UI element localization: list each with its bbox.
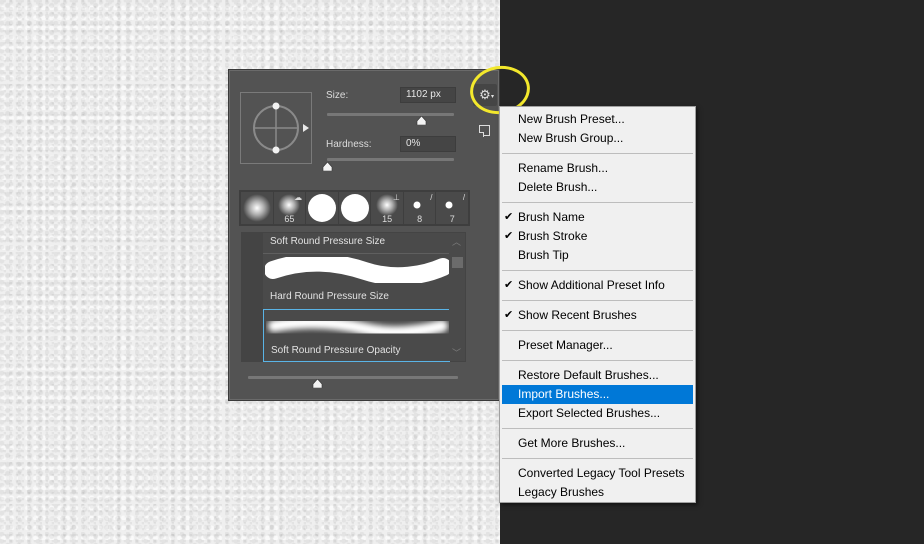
preset-name: Soft Round Pressure Opacity (271, 345, 401, 356)
menu-item-label: Preset Manager... (518, 338, 613, 352)
menu-item-show-additional-preset-info[interactable]: ✔ Show Additional Preset Info (500, 276, 695, 295)
brush-tool-badge-icon: / (462, 193, 466, 202)
menu-separator (502, 428, 693, 429)
menu-item-label: New Brush Preset... (518, 112, 625, 126)
scrollbar-thumb[interactable] (452, 257, 463, 268)
menu-item-legacy-brushes[interactable]: Legacy Brushes (500, 483, 695, 502)
brush-size-label: 15 (382, 214, 393, 224)
menu-item-show-recent-brushes[interactable]: ✔ Show Recent Brushes (500, 306, 695, 325)
divider (263, 253, 450, 254)
preview-size-slider-track[interactable] (248, 376, 458, 379)
new-preset-icon[interactable] (479, 125, 490, 137)
preset-item-selected[interactable]: Soft Round Pressure Opacity (263, 309, 450, 362)
menu-item-label: Delete Brush... (518, 180, 598, 194)
brush-tip-thumbnail (445, 201, 453, 209)
hardness-slider-thumb[interactable] (322, 162, 333, 171)
brush-stroke-preview (268, 316, 448, 339)
brush-tool-badge-icon: ☁ (294, 193, 303, 202)
brush-tool-badge-icon: ⊥ (392, 193, 400, 202)
preset-name: Soft Round Pressure Size (270, 236, 386, 247)
menu-separator (502, 458, 693, 459)
brush-tip-thumbnail (242, 194, 271, 222)
menu-item-new-brush-preset[interactable]: New Brush Preset... (500, 110, 695, 129)
menu-item-label: Import Brushes... (518, 387, 610, 401)
brush-size-label: 8 (417, 214, 423, 224)
menu-item-label: Restore Default Brushes... (518, 368, 659, 382)
menu-item-get-more-brushes[interactable]: Get More Brushes... (500, 434, 695, 453)
menu-item-label: Export Selected Brushes... (518, 406, 661, 420)
menu-item-label: Brush Stroke (518, 229, 588, 243)
menu-separator (502, 330, 693, 331)
menu-item-label: Get More Brushes... (518, 436, 626, 450)
recent-brushes-strip: ☁ 65 ⊥ 15/8/7 (239, 190, 470, 226)
recent-brush-item[interactable] (338, 192, 371, 224)
menu-item-rename-brush[interactable]: Rename Brush... (500, 159, 695, 178)
hardness-slider-track[interactable] (327, 158, 454, 161)
recent-brush-item[interactable]: /7 (436, 192, 469, 224)
menu-item-restore-default-brushes[interactable]: Restore Default Brushes... (500, 366, 695, 385)
scroll-up-icon[interactable]: ︿ (452, 235, 461, 248)
checkmark-icon: ✔ (504, 230, 514, 242)
brush-tip-thumbnail (307, 194, 336, 222)
menu-item-brush-tip[interactable]: Brush Tip (500, 246, 695, 265)
menu-item-preset-manager[interactable]: Preset Manager... (500, 336, 695, 355)
recent-brush-item[interactable] (306, 192, 338, 224)
menu-item-import-brushes[interactable]: Import Brushes... (502, 385, 693, 404)
menu-item-delete-brush[interactable]: Delete Brush... (500, 178, 695, 197)
checkmark-icon: ✔ (504, 211, 514, 223)
menu-item-label: Brush Name (518, 210, 585, 224)
menu-item-label: New Brush Group... (518, 131, 624, 145)
recent-brush-item[interactable]: ☁ 65 (273, 192, 306, 224)
menu-separator (502, 270, 693, 271)
menu-separator (502, 153, 693, 154)
brush-size-label: 65 (284, 214, 295, 224)
recent-brush-item[interactable]: /8 (403, 192, 436, 224)
menu-separator (502, 360, 693, 361)
menu-item-export-selected-brushes[interactable]: Export Selected Brushes... (500, 404, 695, 423)
size-slider-thumb[interactable] (416, 116, 427, 125)
checkmark-icon: ✔ (504, 279, 514, 291)
brush-stroke-preview (265, 257, 449, 283)
size-input[interactable]: 1102 px (400, 87, 456, 103)
menu-item-new-brush-group[interactable]: New Brush Group... (500, 129, 695, 148)
recent-brush-item[interactable]: ⊥ 15 (371, 192, 403, 224)
scroll-down-icon[interactable]: ﹀ (452, 346, 461, 359)
menu-item-brush-name[interactable]: ✔ Brush Name (500, 208, 695, 227)
menu-item-label: Show Additional Preset Info (518, 278, 665, 292)
brush-preset-picker-panel: Size: 1102 px Hardness: 0% ⚙ ▾ ☁ 65 ⊥ 15/8/7… (228, 69, 500, 401)
preset-list-scrollbar[interactable]: ︿ ﹀ (449, 233, 465, 361)
preset-name: Hard Round Pressure Size (270, 291, 389, 302)
preset-item[interactable]: Hard Round Pressure Size (263, 255, 450, 307)
brush-preset-list: Soft Round Pressure Size Hard Round Pres… (241, 232, 466, 362)
preview-size-slider-thumb[interactable] (312, 379, 323, 388)
menu-item-label: Brush Tip (518, 248, 569, 262)
brush-panel-context-menu: New Brush Preset... New Brush Group... Ren… (499, 106, 696, 503)
size-label: Size: (326, 90, 349, 101)
brush-tool-badge-icon: / (430, 193, 433, 202)
hardness-input[interactable]: 0% (400, 136, 456, 152)
recent-brush-item[interactable] (241, 192, 273, 224)
menu-separator (502, 300, 693, 301)
hardness-label: Hardness: (326, 139, 372, 150)
brush-tip-angle-preview[interactable] (240, 92, 312, 164)
group-indent-gutter (242, 233, 263, 361)
brush-size-label: 7 (449, 214, 455, 224)
brush-tip-thumbnail (340, 194, 369, 222)
brush-tip-thumbnail (413, 201, 421, 209)
menu-item-label: Converted Legacy Tool Presets (518, 466, 685, 480)
menu-item-converted-legacy-tool-presets[interactable]: Converted Legacy Tool Presets (500, 464, 695, 483)
menu-item-label: Rename Brush... (518, 161, 609, 175)
checkmark-icon: ✔ (504, 309, 514, 321)
menu-item-brush-stroke[interactable]: ✔ Brush Stroke (500, 227, 695, 246)
menu-separator (502, 202, 693, 203)
menu-item-label: Legacy Brushes (518, 485, 605, 499)
size-slider-track[interactable] (327, 113, 454, 116)
menu-item-label: Show Recent Brushes (518, 308, 637, 322)
